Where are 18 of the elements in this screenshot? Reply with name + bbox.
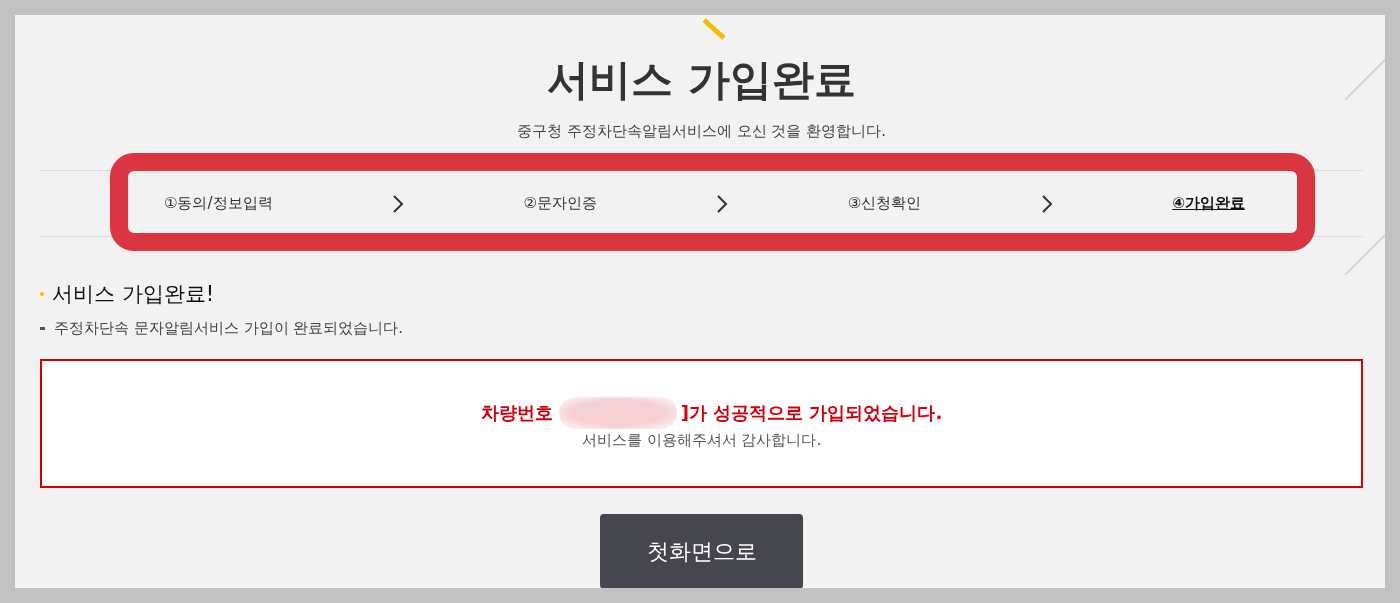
page-subtitle: 중구청 주정차단속알림서비스에 오신 것을 환영합니다. — [516, 121, 887, 141]
home-button[interactable]: 첫화면으로 — [600, 514, 803, 588]
thanks-text: 서비스를 이용해주셔서 감사합니다. — [581, 430, 822, 450]
step-label: ④가입완료 — [1172, 194, 1245, 213]
bullet-icon — [40, 292, 44, 296]
step-label: ③신청확인 — [847, 194, 922, 213]
dash-icon — [40, 326, 45, 330]
decorative-stroke — [702, 18, 727, 40]
result-message: ]가 성공적으로 가입되었습니다. — [680, 401, 943, 425]
chevron-right-icon — [1040, 193, 1053, 214]
step-label: ①동의/정보입력 — [164, 194, 273, 213]
page-title: 서비스 가입완료 — [546, 54, 857, 106]
chevron-right-icon — [716, 193, 729, 214]
chevron-right-icon — [392, 193, 404, 214]
section-heading: 서비스 가입완료! — [52, 281, 215, 308]
section-description: 주정차단속 문자알림서비스 가입이 완료되었습니다. — [54, 318, 404, 338]
step-label: ②문자인증 — [523, 194, 597, 213]
result-message: 차량번호 — [480, 401, 553, 425]
